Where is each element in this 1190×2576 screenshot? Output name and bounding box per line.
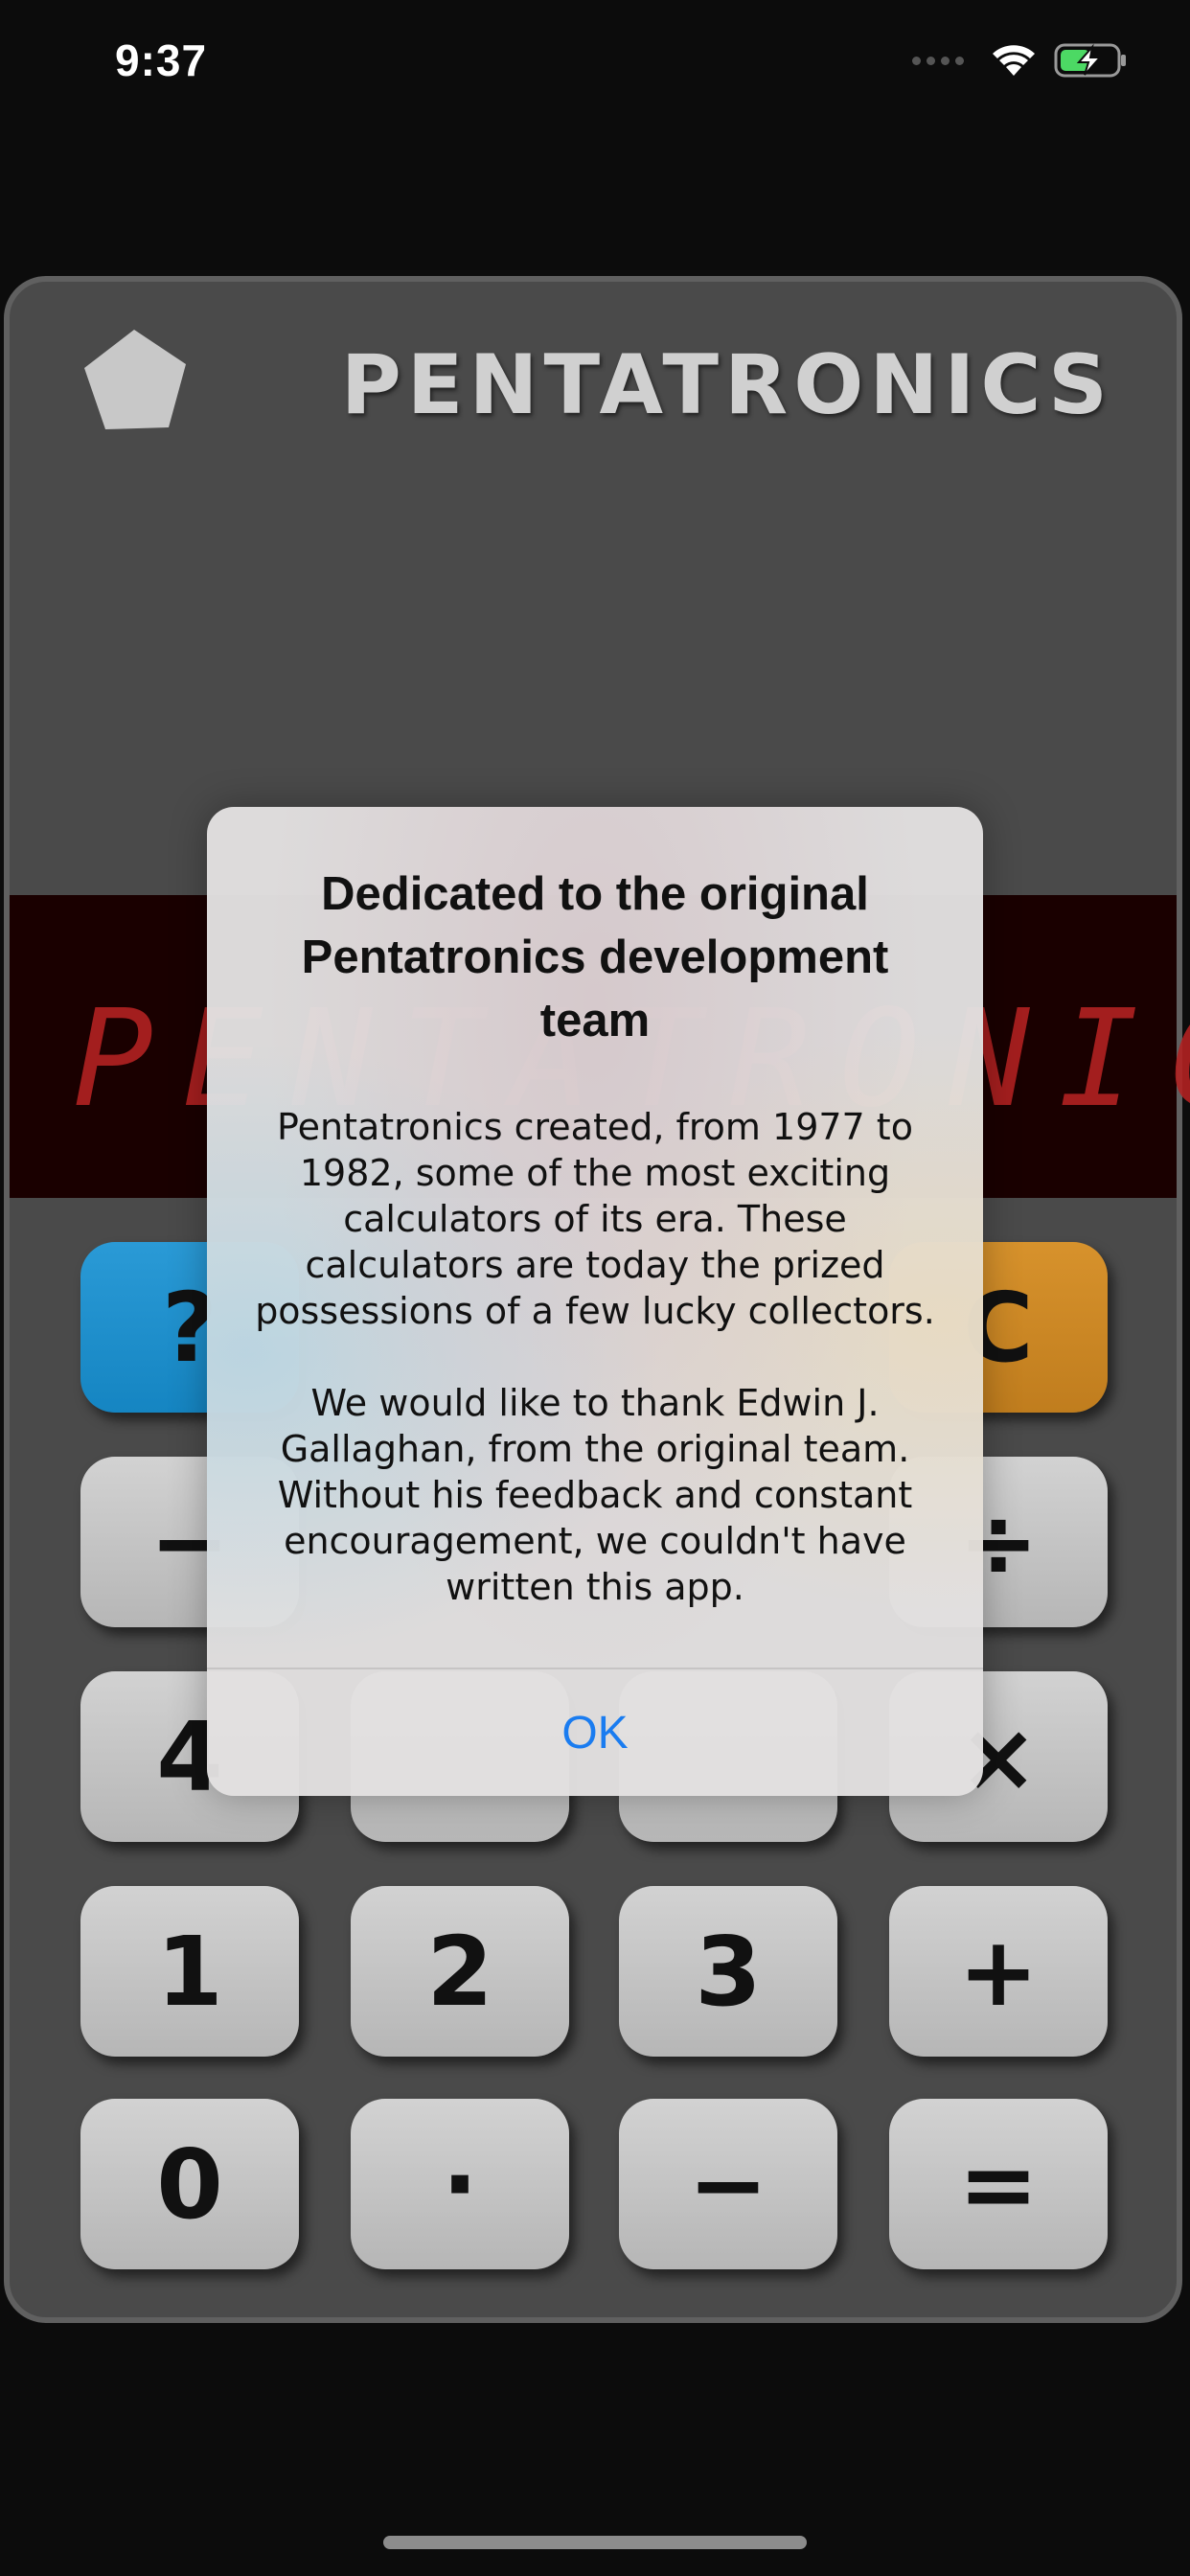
alert-title: Dedicated to the original Pentatronics d… bbox=[301, 868, 889, 1046]
screen: 9:37 PENTATRONICS PENTATRONICS ? C − ÷ 4 bbox=[0, 0, 1190, 2576]
ok-button[interactable]: OK bbox=[207, 1669, 983, 1796]
alert-message: Pentatronics created, from 1977 to 1982,… bbox=[245, 1104, 945, 1656]
alert-paragraph: We would like to thank Edwin J. Gallagha… bbox=[277, 1382, 913, 1608]
alert-dialog: Dedicated to the original Pentatronics d… bbox=[207, 807, 983, 1796]
alert-paragraph: Pentatronics created, from 1977 to 1982,… bbox=[255, 1106, 935, 1332]
home-indicator[interactable] bbox=[383, 2536, 807, 2549]
